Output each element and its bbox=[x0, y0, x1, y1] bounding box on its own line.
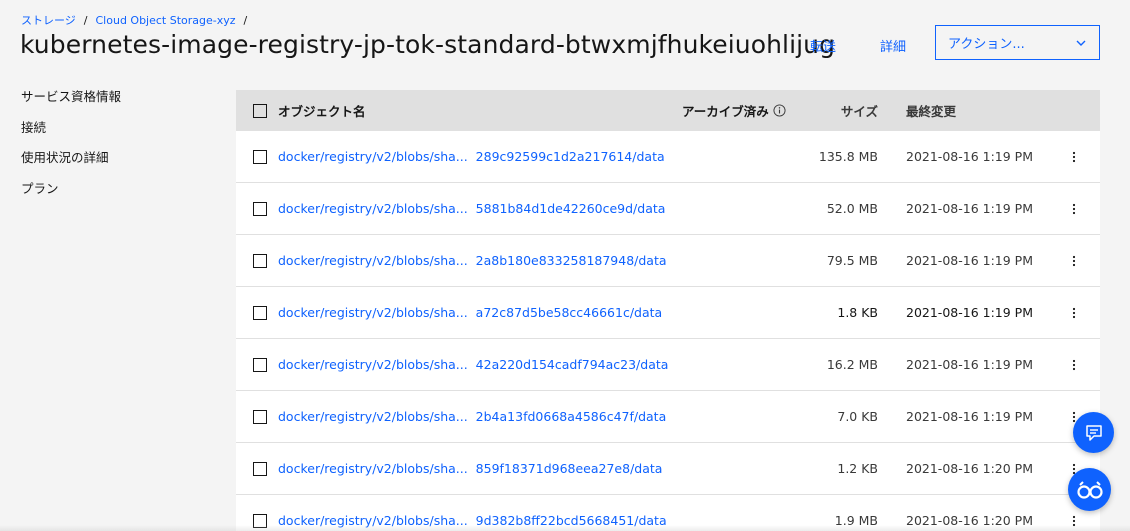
details-link[interactable]: 詳細 bbox=[880, 36, 906, 55]
info-icon[interactable] bbox=[773, 104, 786, 117]
object-name-link[interactable]: docker/registry/v2/blobs/sha... a72c87d5… bbox=[278, 305, 662, 320]
object-modified: 2021-08-16 1:19 PM bbox=[906, 357, 1033, 372]
side-nav-item-plan[interactable]: プラン bbox=[21, 180, 121, 211]
overflow-menu-icon[interactable] bbox=[1067, 254, 1081, 268]
overflow-menu-icon[interactable] bbox=[1067, 514, 1081, 528]
object-modified: 2021-08-16 1:20 PM bbox=[906, 513, 1033, 528]
side-nav: サービス資格情報 接続 使用状況の詳細 プラン bbox=[21, 88, 121, 210]
column-header-name[interactable]: オブジェクト名 bbox=[278, 101, 682, 120]
page-title: kubernetes-image-registry-jp-tok-standar… bbox=[20, 30, 836, 59]
table-row: docker/registry/v2/blobs/sha... 9d382b8f… bbox=[236, 495, 1100, 531]
row-checkbox[interactable] bbox=[253, 201, 267, 216]
table-row: docker/registry/v2/blobs/sha... 289c9259… bbox=[236, 131, 1100, 183]
column-header-archived-label: アーカイブ済み bbox=[682, 104, 769, 119]
actions-dropdown-label: アクション... bbox=[948, 37, 1025, 52]
breadcrumb-storage[interactable]: ストレージ bbox=[21, 12, 76, 28]
column-header-archived[interactable]: アーカイブ済み bbox=[682, 101, 798, 120]
object-name-link[interactable]: docker/registry/v2/blobs/sha... 859f1837… bbox=[278, 461, 662, 476]
row-checkbox[interactable] bbox=[253, 305, 267, 320]
object-modified: 2021-08-16 1:19 PM bbox=[906, 409, 1033, 424]
table-row: docker/registry/v2/blobs/sha... 2a8b180e… bbox=[236, 235, 1100, 287]
breadcrumb-separator: / bbox=[243, 13, 248, 27]
object-size: 1.8 KB bbox=[837, 305, 878, 320]
row-checkbox[interactable] bbox=[253, 461, 267, 476]
row-checkbox[interactable] bbox=[253, 409, 267, 424]
assistant-icon bbox=[1076, 480, 1103, 499]
object-size: 135.8 MB bbox=[818, 149, 878, 164]
object-name-link[interactable]: docker/registry/v2/blobs/sha... 289c9259… bbox=[278, 149, 665, 164]
row-checkbox[interactable] bbox=[253, 513, 267, 528]
side-nav-item-connection[interactable]: 接続 bbox=[21, 119, 121, 150]
object-name-link[interactable]: docker/registry/v2/blobs/sha... 2a8b180e… bbox=[278, 253, 667, 268]
overflow-menu-icon[interactable] bbox=[1067, 150, 1081, 164]
breadcrumb-cos-instance[interactable]: Cloud Object Storage-xyz bbox=[96, 14, 236, 27]
object-size: 1.2 KB bbox=[837, 461, 878, 476]
object-modified: 2021-08-16 1:19 PM bbox=[906, 149, 1033, 164]
table-row: docker/registry/v2/blobs/sha... 2b4a13fd… bbox=[236, 391, 1100, 443]
side-nav-item-usage-details[interactable]: 使用状況の詳細 bbox=[21, 149, 121, 180]
object-name-link[interactable]: docker/registry/v2/blobs/sha... 42a220d1… bbox=[278, 357, 668, 372]
object-size: 7.0 KB bbox=[837, 409, 878, 424]
overflow-menu-icon[interactable] bbox=[1067, 202, 1081, 216]
object-modified: 2021-08-16 1:20 PM bbox=[906, 461, 1033, 476]
object-modified: 2021-08-16 1:19 PM bbox=[906, 253, 1033, 268]
table-row: docker/registry/v2/blobs/sha... a72c87d5… bbox=[236, 287, 1100, 339]
overflow-menu-icon[interactable] bbox=[1067, 306, 1081, 320]
object-name-link[interactable]: docker/registry/v2/blobs/sha... 5881b84d… bbox=[278, 201, 665, 216]
chevron-down-icon bbox=[1076, 40, 1086, 46]
overflow-menu-icon[interactable] bbox=[1067, 358, 1081, 372]
column-header-modified[interactable]: 最終変更 bbox=[878, 101, 1038, 120]
object-size: 79.5 MB bbox=[826, 253, 878, 268]
row-checkbox[interactable] bbox=[253, 149, 267, 164]
select-all-checkbox[interactable] bbox=[253, 103, 267, 118]
transfer-link[interactable]: 転送 bbox=[810, 36, 836, 55]
row-checkbox[interactable] bbox=[253, 253, 267, 268]
object-name-link[interactable]: docker/registry/v2/blobs/sha... 2b4a13fd… bbox=[278, 409, 666, 424]
table-header: オブジェクト名 アーカイブ済み サイズ 最終変更 bbox=[236, 90, 1100, 131]
table-row: docker/registry/v2/blobs/sha... 42a220d1… bbox=[236, 339, 1100, 391]
chat-icon bbox=[1085, 424, 1102, 441]
breadcrumb: ストレージ / Cloud Object Storage-xyz / bbox=[21, 12, 255, 28]
assistant-button[interactable] bbox=[1068, 468, 1111, 511]
object-size: 1.9 MB bbox=[834, 513, 878, 528]
side-nav-item-service-credentials[interactable]: サービス資格情報 bbox=[21, 88, 121, 119]
actions-dropdown[interactable]: アクション... bbox=[935, 25, 1100, 60]
breadcrumb-separator: / bbox=[83, 13, 88, 27]
objects-table: オブジェクト名 アーカイブ済み サイズ 最終変更 docker/registry… bbox=[236, 90, 1100, 531]
column-header-size[interactable]: サイズ bbox=[798, 101, 878, 120]
table-row: docker/registry/v2/blobs/sha... 5881b84d… bbox=[236, 183, 1100, 235]
object-modified: 2021-08-16 1:19 PM bbox=[906, 201, 1033, 216]
table-row: docker/registry/v2/blobs/sha... 859f1837… bbox=[236, 443, 1100, 495]
object-name-link[interactable]: docker/registry/v2/blobs/sha... 9d382b8f… bbox=[278, 513, 667, 528]
object-modified: 2021-08-16 1:19 PM bbox=[906, 305, 1033, 320]
chat-button[interactable] bbox=[1073, 412, 1114, 453]
object-size: 16.2 MB bbox=[826, 357, 878, 372]
row-checkbox[interactable] bbox=[253, 357, 267, 372]
object-size: 52.0 MB bbox=[826, 201, 878, 216]
